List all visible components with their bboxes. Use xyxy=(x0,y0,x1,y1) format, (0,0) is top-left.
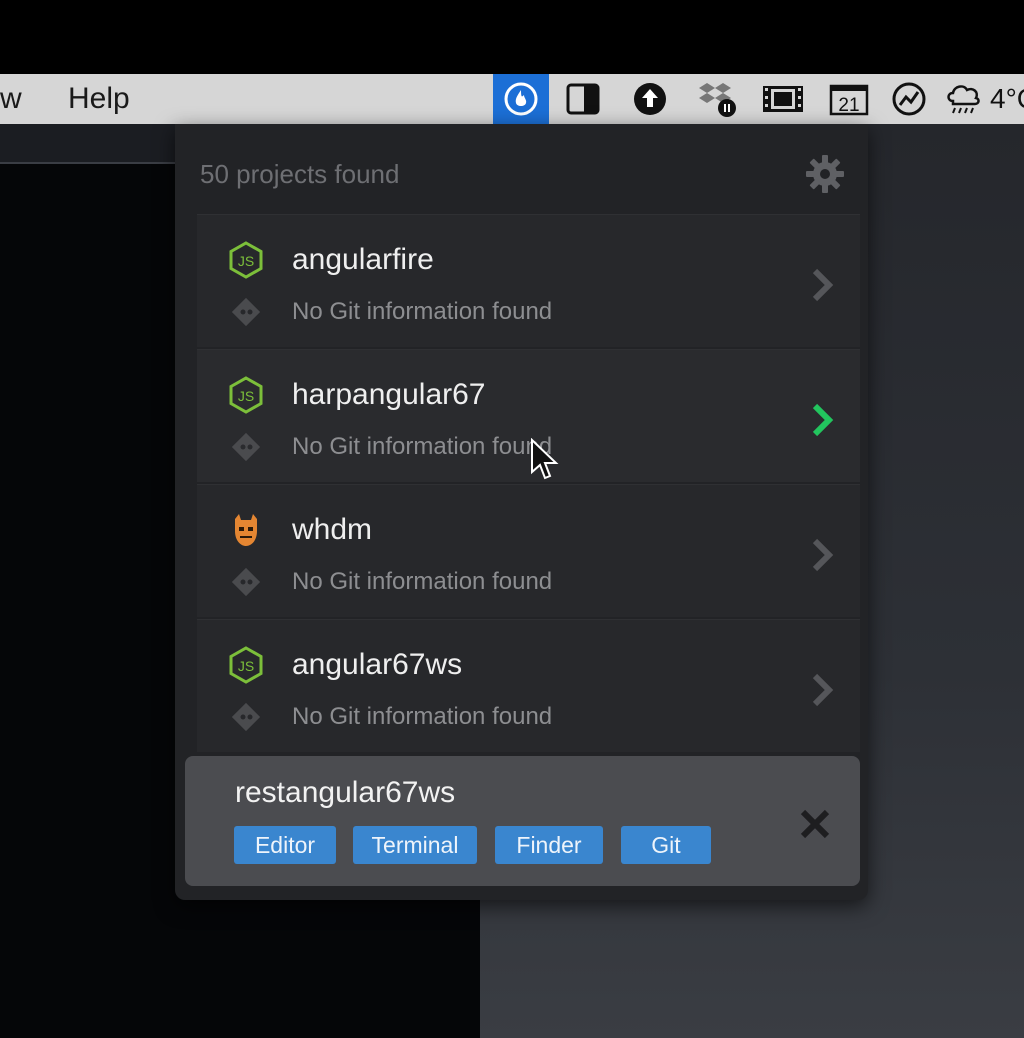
project-row[interactable]: whdm No Git information found xyxy=(197,484,860,617)
background-window-toolbar xyxy=(0,124,180,162)
chevron-right-icon[interactable] xyxy=(807,400,837,440)
chevron-right-icon[interactable] xyxy=(807,535,837,575)
upload-icon[interactable] xyxy=(627,74,673,124)
popover-header: 50 projects found xyxy=(175,124,868,214)
menu-help[interactable]: Help xyxy=(68,74,130,124)
weather-icon[interactable] xyxy=(942,74,988,124)
screen-top-bezel xyxy=(0,0,1024,74)
git-status-text: No Git information found xyxy=(292,703,553,730)
nodejs-icon: JS xyxy=(227,646,265,684)
git-icon xyxy=(229,565,263,599)
open-in-finder-button[interactable]: Finder xyxy=(495,826,603,864)
flame-icon[interactable] xyxy=(493,74,549,124)
dropbox-icon[interactable] xyxy=(694,74,740,124)
background-window-divider xyxy=(0,162,180,164)
chevron-right-icon[interactable] xyxy=(807,670,837,710)
project-name: harpangular67 xyxy=(292,378,486,411)
project-row[interactable]: JS angularfire No Git information found xyxy=(197,214,860,347)
chevron-right-icon[interactable] xyxy=(807,265,837,305)
selected-project-name: restangular67ws xyxy=(235,776,456,809)
menu-bar: w Help 21 4°C xyxy=(0,74,1024,124)
film-icon[interactable] xyxy=(760,74,806,124)
calendar-icon[interactable]: 21 xyxy=(826,74,872,124)
project-row[interactable]: JS harpangular67 No Git information foun… xyxy=(197,349,860,482)
mouse-pointer-icon xyxy=(530,437,560,482)
nodejs-icon: JS xyxy=(227,376,265,414)
network-icon[interactable] xyxy=(886,74,932,124)
git-status-text: No Git information found xyxy=(292,298,553,325)
project-name: angular67ws xyxy=(292,648,463,681)
svg-text:JS: JS xyxy=(238,658,254,674)
svg-text:JS: JS xyxy=(238,253,254,269)
project-count: 50 projects found xyxy=(200,159,400,189)
git-icon xyxy=(229,430,263,464)
svg-text:JS: JS xyxy=(238,388,254,404)
open-in-git-button[interactable]: Git xyxy=(621,826,711,864)
grunt-icon xyxy=(227,511,265,549)
open-in-terminal-button[interactable]: Terminal xyxy=(353,826,477,864)
project-name: whdm xyxy=(292,513,373,546)
temperature-readout: 4°C xyxy=(990,83,1024,114)
nodejs-icon: JS xyxy=(227,241,265,279)
git-status-text: No Git information found xyxy=(292,568,553,595)
selected-project-panel: restangular67ws Editor Terminal Finder G… xyxy=(185,756,860,886)
calendar-day: 21 xyxy=(838,95,859,116)
menu-window-partial[interactable]: w xyxy=(0,74,22,124)
open-in-editor-button[interactable]: Editor xyxy=(234,826,336,864)
close-icon[interactable] xyxy=(795,804,835,844)
git-icon xyxy=(229,295,263,329)
git-status-text: No Git information found xyxy=(292,433,553,460)
gear-icon[interactable] xyxy=(803,152,847,196)
project-row[interactable]: JS angular67ws No Git information found xyxy=(197,619,860,752)
git-icon xyxy=(229,700,263,734)
sidebar-toggle-icon[interactable] xyxy=(560,74,606,124)
projects-popover: 50 projects found JS angularfire No Git … xyxy=(175,124,868,900)
project-name: angularfire xyxy=(292,243,434,276)
